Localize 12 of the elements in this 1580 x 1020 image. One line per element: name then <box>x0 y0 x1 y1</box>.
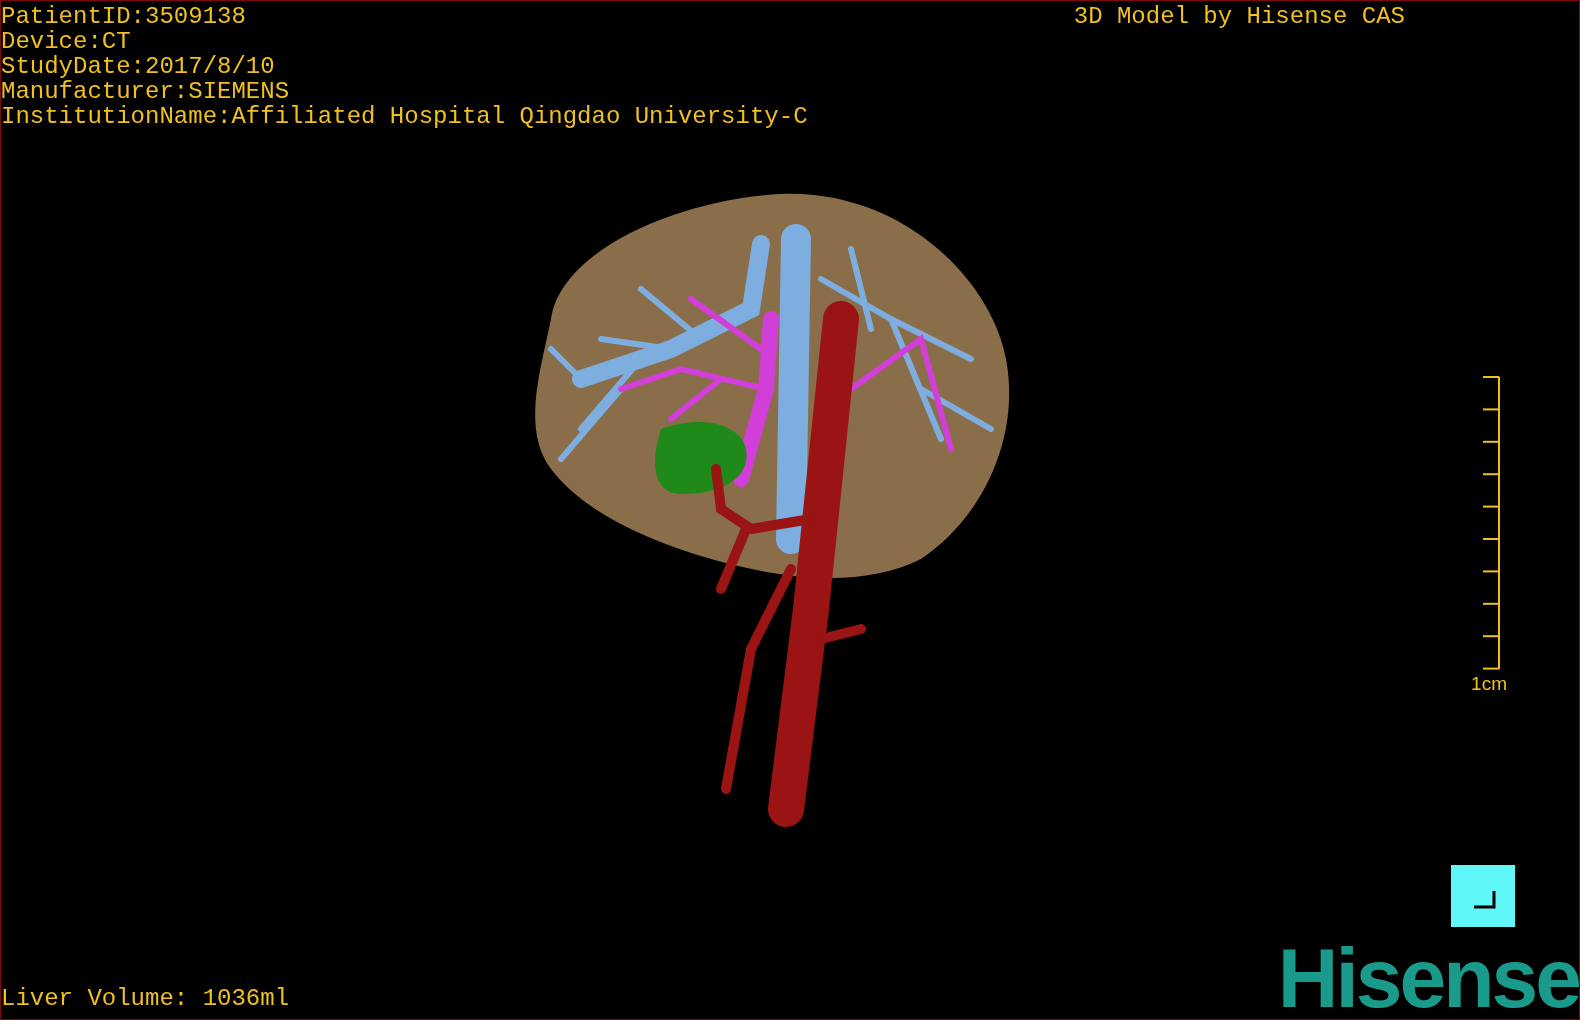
corner-icon <box>1474 891 1496 909</box>
patient-info-text: InstitutionName:Affiliated Hospital Qingdao University-C <box>1 104 808 129</box>
patient-info-text: Device:CT <box>1 29 131 54</box>
logo: Hisense <box>1277 943 1579 1013</box>
reset-view-button[interactable] <box>1451 865 1515 927</box>
scale-label: 1cm <box>1471 673 1507 695</box>
patient-info-text: PatientID:3509138 <box>1 4 246 29</box>
scale-ruler-icon <box>1481 376 1501 670</box>
liver-volume-text: Liver Volume: 1036ml <box>1 986 290 1011</box>
patient-info-text: Manufacturer:SIEMENS <box>1 79 290 104</box>
patient-info-text: StudyDate:2017/8/10 <box>1 54 275 79</box>
viewer-title: 3D Model by Hisense CAS <box>1073 4 1405 32</box>
